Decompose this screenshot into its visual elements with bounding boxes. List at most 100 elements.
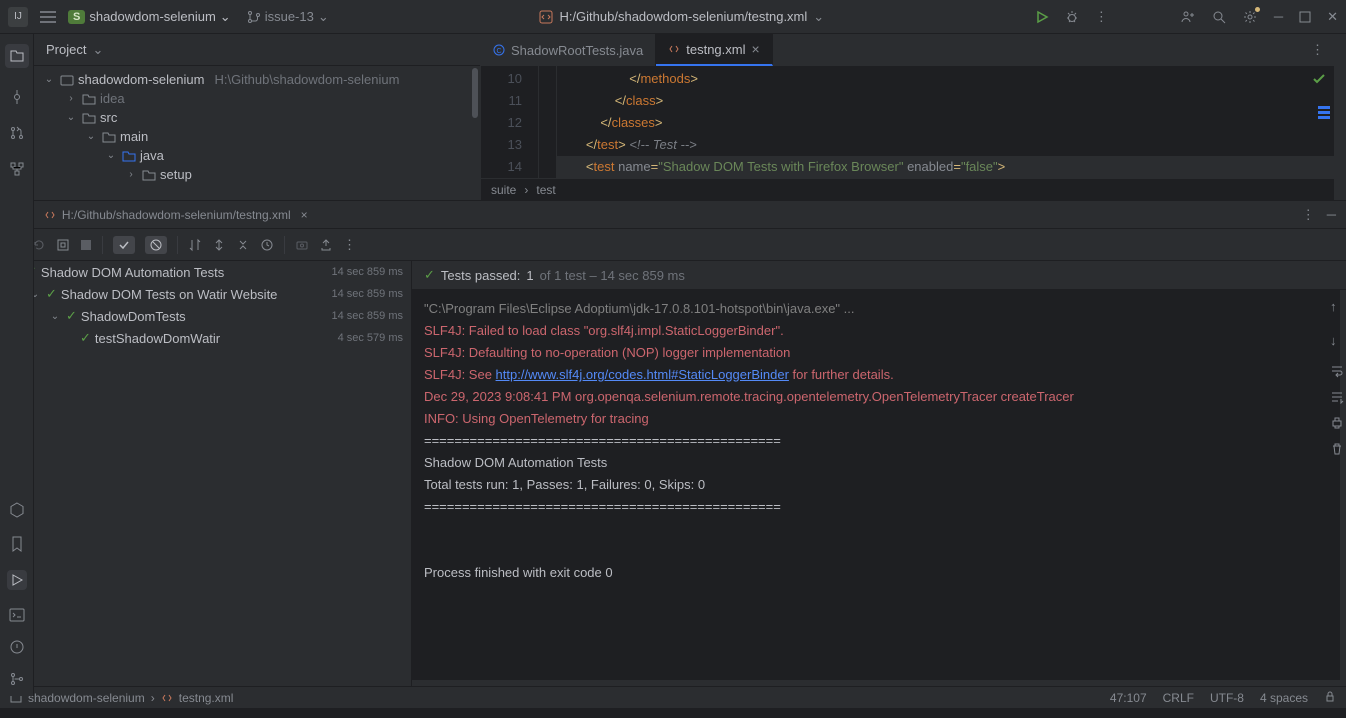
test-suite-row[interactable]: ⌄ ✓ Shadow DOM Automation Tests 14 sec 8…: [0, 261, 411, 283]
gutter[interactable]: 10 11 12 13 14: [481, 66, 539, 178]
editor-breadcrumb[interactable]: suite › test: [481, 178, 1334, 200]
soft-wrap-button[interactable]: [1330, 364, 1344, 378]
more-button[interactable]: ⋮: [1302, 207, 1315, 223]
tree-label: java: [140, 148, 164, 163]
clear-all-button[interactable]: [1330, 442, 1344, 456]
main-menu-button[interactable]: [40, 11, 56, 23]
file-encoding[interactable]: UTF-8: [1210, 691, 1244, 705]
expand-icon[interactable]: ›: [124, 169, 138, 180]
collapse-all-button[interactable]: [236, 238, 250, 252]
code-with-me-button[interactable]: [1180, 10, 1196, 24]
debug-button[interactable]: [1065, 10, 1079, 24]
breadcrumb-item[interactable]: suite: [491, 183, 516, 197]
current-file-path[interactable]: H:/Github/shadowdom-selenium/testng.xml: [559, 9, 807, 24]
chevron-down-icon: ⌄: [220, 9, 231, 25]
line-number: 14: [481, 156, 522, 178]
breadcrumb-item[interactable]: test: [536, 183, 555, 197]
scroll-to-end-button[interactable]: [1330, 390, 1344, 404]
readonly-toggle[interactable]: [1324, 691, 1336, 705]
expand-icon[interactable]: ⌄: [104, 150, 118, 161]
minimize-button[interactable]: ─: [1274, 9, 1283, 24]
vcs-tool-button[interactable]: [10, 672, 24, 686]
expand-icon[interactable]: ›: [64, 93, 78, 104]
chevron-down-icon: ⌄: [318, 9, 329, 25]
console-link[interactable]: http://www.slf4j.org/codes.html#StaticLo…: [496, 367, 789, 382]
structure-tool-button[interactable]: [10, 162, 24, 176]
inspection-indicator[interactable]: [1312, 72, 1326, 86]
console-line: "C:\Program Files\Eclipse Adoptium\jdk-1…: [424, 298, 1328, 320]
fold-gutter[interactable]: [539, 66, 557, 178]
tree-item[interactable]: ⌄ java: [34, 146, 480, 165]
project-panel-header[interactable]: Project ⌄: [34, 34, 480, 66]
run-button[interactable]: [1035, 10, 1049, 24]
scroll-down-button[interactable]: ↓: [1330, 330, 1344, 352]
project-tree[interactable]: ⌄ shadowdom-selenium H:\Github\shadowdom…: [34, 66, 480, 200]
problems-tool-button[interactable]: [10, 640, 24, 654]
breadcrumb-item[interactable]: shadowdom-selenium: [28, 691, 145, 705]
maximize-button[interactable]: [1299, 11, 1311, 23]
show-ignored-button[interactable]: [145, 236, 167, 254]
show-passed-button[interactable]: [113, 236, 135, 254]
pull-requests-button[interactable]: [10, 126, 24, 140]
expand-icon[interactable]: ⌄: [64, 112, 78, 123]
more-actions-button[interactable]: ⋮: [1095, 9, 1108, 25]
project-selector[interactable]: S shadowdom-selenium ⌄: [68, 9, 231, 25]
tree-item[interactable]: › idea: [34, 89, 480, 108]
test-tree[interactable]: ⌄ ✓ Shadow DOM Automation Tests 14 sec 8…: [0, 261, 412, 686]
tree-item[interactable]: ⌄ main: [34, 127, 480, 146]
toggle-auto-test-button[interactable]: [56, 238, 70, 252]
services-tool-button[interactable]: [9, 502, 25, 518]
close-icon[interactable]: ×: [301, 208, 308, 222]
tabs-more-button[interactable]: ⋮: [1301, 34, 1334, 66]
test-history-button[interactable]: [260, 238, 274, 252]
scrollbar-thumb[interactable]: [472, 68, 478, 118]
tab-xml-file[interactable]: testng.xml ×: [656, 34, 772, 66]
hide-button[interactable]: ─: [1327, 207, 1336, 223]
test-time: 14 sec 859 ms: [331, 288, 403, 300]
sort-button[interactable]: [188, 238, 202, 252]
import-tests-button[interactable]: [295, 238, 309, 252]
search-button[interactable]: [1212, 10, 1226, 24]
stop-button[interactable]: [80, 239, 92, 251]
bookmarks-tool-button[interactable]: [10, 536, 24, 552]
expand-icon[interactable]: ⌄: [84, 131, 98, 142]
console-line: INFO: Using OpenTelemetry for tracing: [424, 408, 1328, 430]
app-icon[interactable]: IJ: [8, 7, 28, 27]
git-branch-selector[interactable]: issue-13 ⌄: [247, 9, 329, 25]
terminal-tool-button[interactable]: [9, 608, 25, 622]
package-icon: [142, 168, 156, 182]
line-separator[interactable]: CRLF: [1163, 691, 1194, 705]
run-toolbar: ⋮: [0, 229, 1346, 261]
expand-icon[interactable]: ⌄: [48, 311, 62, 322]
test-method-row[interactable]: ✓ testShadowDomWatir 4 sec 579 ms: [0, 327, 411, 349]
run-tool-button[interactable]: [7, 570, 27, 590]
test-class-row[interactable]: ⌄ ✓ ShadowDomTests 14 sec 859 ms: [0, 305, 411, 327]
expand-icon[interactable]: ⌄: [42, 74, 56, 85]
commit-tool-button[interactable]: [10, 90, 24, 104]
code-content[interactable]: </methods> </class> </classes> </test> <…: [557, 66, 1334, 178]
breadcrumb-item[interactable]: testng.xml: [179, 691, 234, 705]
tree-root[interactable]: ⌄ shadowdom-selenium H:\Github\shadowdom…: [34, 70, 480, 89]
rerun-failed-button[interactable]: [32, 238, 46, 252]
run-config-label[interactable]: H:/Github/shadowdom-selenium/testng.xml …: [44, 208, 308, 222]
code-editor[interactable]: 10 11 12 13 14 </methods> </class> </cla…: [481, 66, 1334, 178]
export-tests-button[interactable]: [319, 238, 333, 252]
cursor-position[interactable]: 47:107: [1110, 691, 1147, 705]
indent-setting[interactable]: 4 spaces: [1260, 691, 1308, 705]
console-output[interactable]: "C:\Program Files\Eclipse Adoptium\jdk-1…: [412, 290, 1340, 680]
tab-java-file[interactable]: C ShadowRootTests.java: [481, 34, 656, 66]
close-icon[interactable]: ×: [752, 41, 760, 57]
project-view-button[interactable]: [5, 44, 29, 68]
tree-item[interactable]: › setup: [34, 165, 480, 184]
scroll-up-button[interactable]: ↑: [1330, 296, 1344, 318]
print-button[interactable]: [1330, 416, 1344, 430]
more-toolbar-button[interactable]: ⋮: [343, 237, 356, 253]
settings-button[interactable]: [1242, 9, 1258, 25]
tree-item[interactable]: ⌄ src: [34, 108, 480, 127]
test-suite-row[interactable]: ⌄ ✓ Shadow DOM Tests on Watir Website 14…: [0, 283, 411, 305]
error-stripe[interactable]: [1318, 106, 1330, 121]
close-button[interactable]: ✕: [1327, 9, 1338, 25]
expand-all-button[interactable]: [212, 238, 226, 252]
editor-tabs: C ShadowRootTests.java testng.xml × ⋮: [481, 34, 1334, 66]
nav-breadcrumb[interactable]: shadowdom-selenium › testng.xml: [10, 691, 233, 705]
